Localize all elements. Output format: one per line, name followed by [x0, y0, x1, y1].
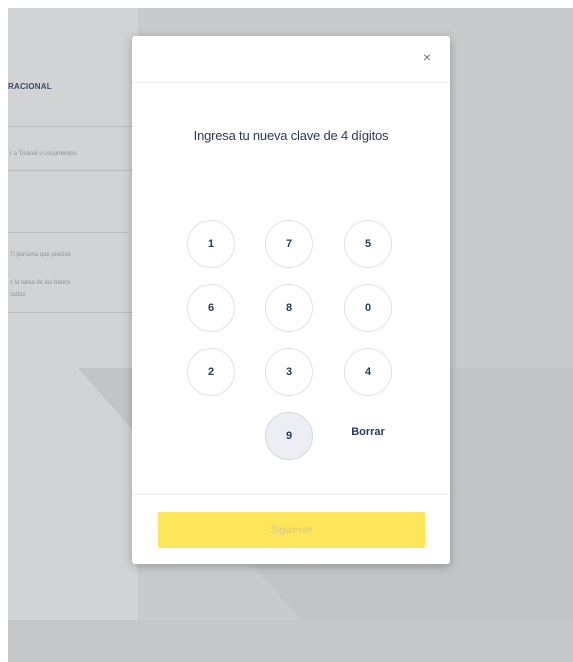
background-text: Ti porsona que precise: [10, 252, 71, 258]
background-divider: [8, 312, 138, 313]
continue-button[interactable]: Siguiente: [158, 512, 425, 548]
background-divider: [8, 126, 138, 127]
keypad-key[interactable]: 5: [344, 220, 392, 268]
keypad-key[interactable]: 2: [187, 348, 235, 396]
keypad-key[interactable]: 7: [265, 220, 313, 268]
background-divider: [8, 170, 138, 171]
background-field: [8, 186, 128, 233]
modal-header: ×: [132, 36, 450, 82]
keypad-key[interactable]: 4: [344, 348, 392, 396]
background-title: RACIONAL: [8, 82, 52, 91]
background-text: s la tarea de las banco: [10, 280, 71, 286]
keypad-key[interactable]: 1: [187, 220, 235, 268]
close-icon[interactable]: ×: [418, 48, 436, 66]
modal-title: Ingresa tu nueva clave de 4 dígitos: [193, 128, 389, 143]
header-divider: [132, 82, 450, 83]
footer-divider: [132, 494, 450, 495]
background-text: r a Tisanal o cocumentos: [10, 151, 77, 157]
keypad-key[interactable]: 0: [344, 284, 392, 332]
keypad-key[interactable]: 9: [265, 412, 313, 460]
keypad-key[interactable]: 8: [265, 284, 313, 332]
background-text: ssitus: [10, 292, 26, 298]
background-footer: [8, 620, 573, 662]
pin-modal: × Ingresa tu nueva clave de 4 dígitos 1 …: [132, 36, 450, 564]
keypad-key[interactable]: 6: [187, 284, 235, 332]
background-page: RACIONAL r a Tisanal o cocumentos Ti por…: [8, 8, 138, 662]
keypad-key[interactable]: 3: [265, 348, 313, 396]
delete-button[interactable]: Borrar: [344, 426, 392, 438]
